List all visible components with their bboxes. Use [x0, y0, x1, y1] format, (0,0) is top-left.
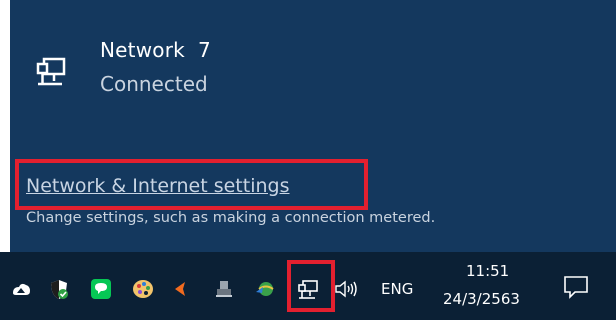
network-internet-settings-link[interactable]: Network & Internet settings: [26, 175, 289, 197]
connection-status: Connected: [100, 72, 208, 96]
taskbar: [0, 252, 616, 320]
show-hidden-icons-up-arrow-icon[interactable]: [10, 278, 32, 300]
line-chat-icon[interactable]: [90, 278, 112, 300]
network-name[interactable]: Network 7: [100, 38, 211, 62]
media-player-icon[interactable]: [171, 278, 193, 300]
network-globe-app-icon[interactable]: [254, 278, 276, 300]
usb-drive-icon[interactable]: [213, 278, 235, 300]
volume-speaker-icon[interactable]: [334, 278, 357, 300]
network-ethernet-icon[interactable]: [298, 278, 320, 300]
settings-description: Change settings, such as making a connec…: [26, 210, 436, 226]
color-palette-icon[interactable]: [132, 278, 154, 300]
input-language-indicator[interactable]: ENG: [381, 280, 413, 298]
security-shield-icon[interactable]: [48, 278, 70, 300]
clock-date[interactable]: 24/3/2563: [443, 290, 520, 308]
notification-center-icon[interactable]: [563, 274, 588, 299]
clock-time[interactable]: 11:51: [466, 262, 509, 280]
network-ethernet-icon[interactable]: [36, 53, 70, 87]
